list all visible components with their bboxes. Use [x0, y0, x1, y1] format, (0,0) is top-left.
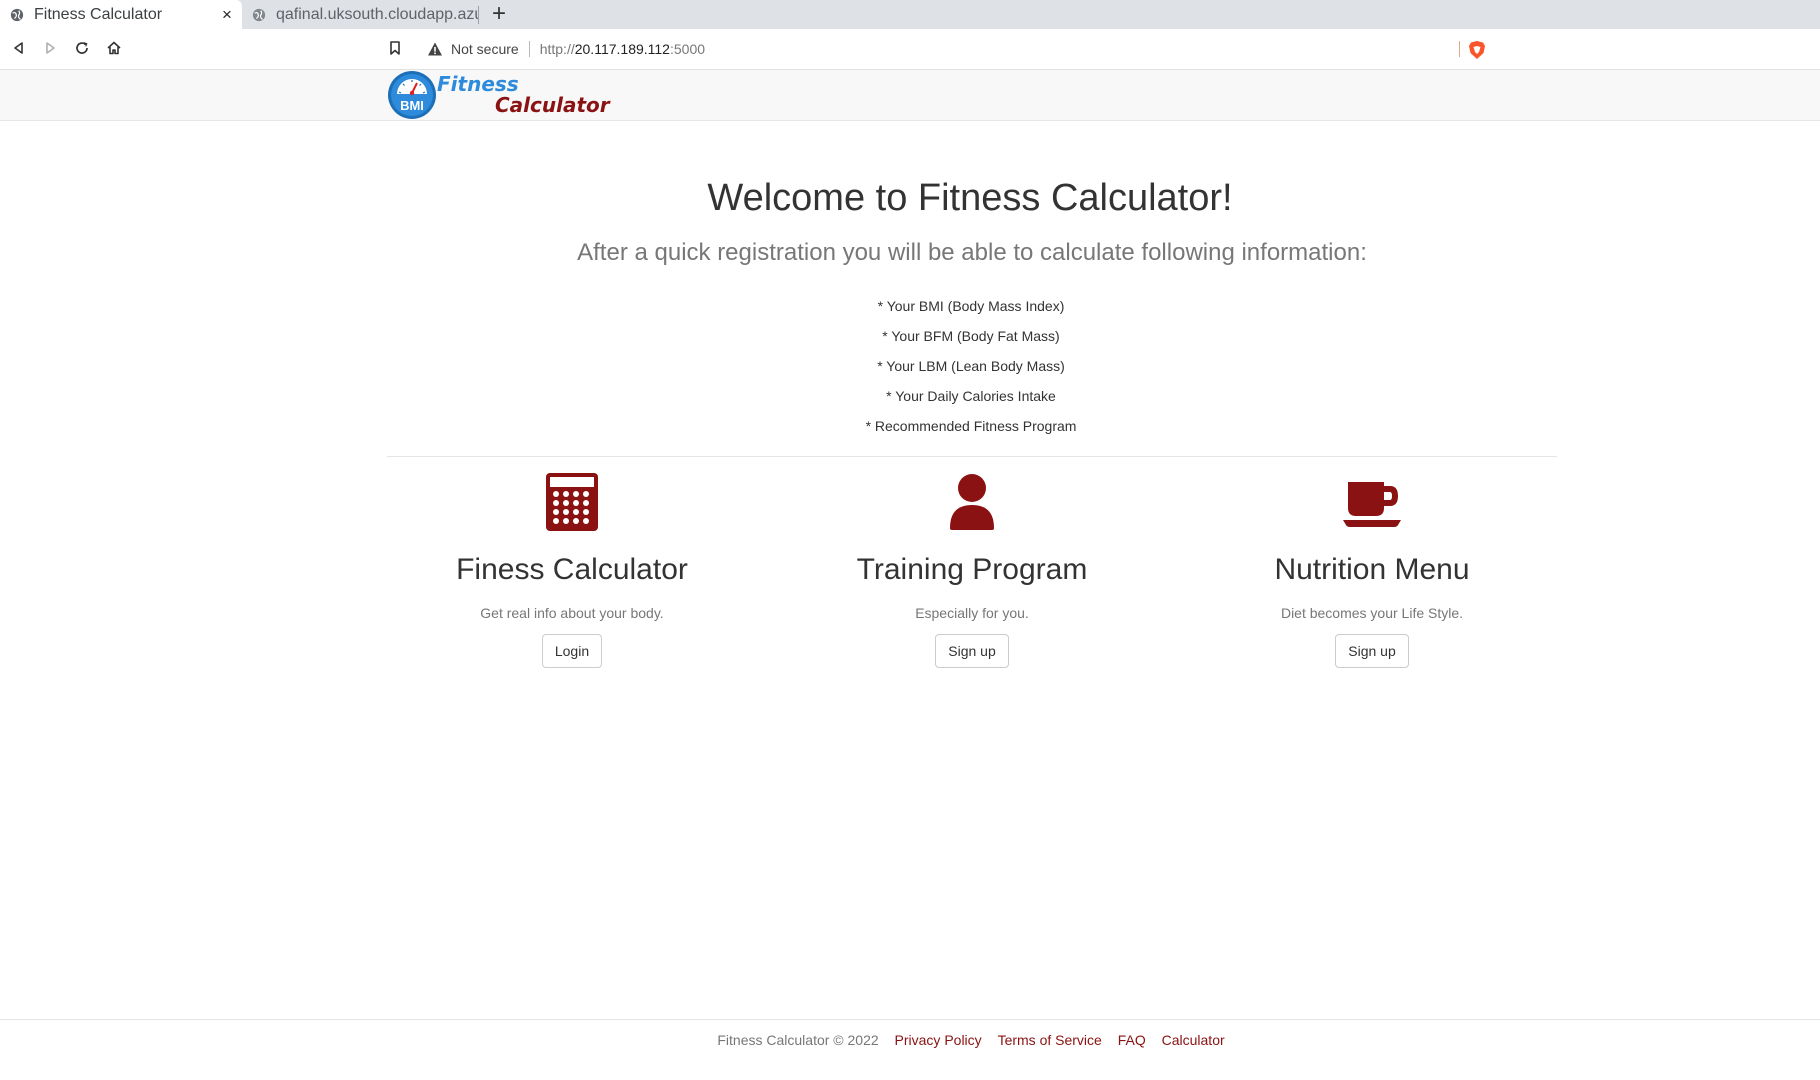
- feature-list: * Your BMI (Body Mass Index) * Your BFM …: [0, 295, 1820, 445]
- globe-icon: [252, 8, 266, 21]
- bmi-gauge-logo: BMI: [388, 71, 436, 119]
- brand-line-calculator: Calculator: [495, 93, 610, 117]
- reload-button[interactable]: [72, 38, 92, 58]
- brave-shield-icon[interactable]: [1468, 40, 1486, 60]
- home-button[interactable]: [104, 38, 124, 58]
- browser-toolbar: Not secure http:// 20.117.189.112 :5000: [0, 29, 1820, 70]
- feature-item: * Your BMI (Body Mass Index): [877, 298, 1065, 314]
- privacy-policy-link[interactable]: Privacy Policy: [895, 1032, 982, 1048]
- back-button[interactable]: [9, 38, 29, 58]
- logo-bmi-text: BMI: [400, 98, 424, 113]
- column-text: Diet becomes your Life Style.: [1280, 605, 1464, 621]
- url-protocol: http://: [539, 41, 575, 57]
- feature-item: * Your BFM (Body Fat Mass): [882, 328, 1060, 344]
- column-training-program: Training Program Especially for you. Sig…: [772, 470, 1172, 668]
- column-title: Nutrition Menu: [1274, 553, 1470, 586]
- column-text: Especially for you.: [915, 605, 1029, 621]
- globe-icon: [10, 8, 24, 21]
- login-button[interactable]: Login: [541, 634, 603, 668]
- footer: Fitness Calculator © 2022 Privacy Policy…: [0, 1019, 1820, 1080]
- back-arrow-icon: [14, 42, 23, 54]
- reload-icon: [76, 42, 88, 54]
- column-text: Get real info about your body.: [480, 605, 664, 621]
- brave-divider: [1459, 41, 1460, 57]
- tab-fitness-calculator[interactable]: Fitness Calculator ×: [0, 0, 242, 29]
- tab-separator: [478, 6, 479, 24]
- bookmark-button[interactable]: [385, 38, 405, 58]
- feature-item: * Your LBM (Lean Body Mass): [877, 358, 1065, 374]
- calculator-icon: [546, 473, 598, 531]
- coffee-cup-icon: [1343, 482, 1401, 527]
- not-secure-label: Not secure: [451, 41, 519, 57]
- home-icon: [107, 41, 121, 55]
- page-subtitle: After a quick registration you will be a…: [577, 239, 1367, 266]
- url-port: :5000: [669, 41, 706, 57]
- column-title: Finess Calculator: [456, 553, 688, 586]
- browser-tab-bar: Fitness Calculator × qafinal.uksouth.clo…: [0, 0, 1820, 29]
- warning-icon: [428, 42, 442, 56]
- footer-content: Fitness Calculator © 2022 Privacy Policy…: [0, 1032, 1820, 1048]
- page-title: Welcome to Fitness Calculator!: [707, 177, 1233, 219]
- brand-logo[interactable]: BMI Fitness Calculator: [387, 70, 627, 120]
- tab-qafinal[interactable]: qafinal.uksouth.cloudapp.azur: [242, 0, 478, 29]
- section-divider: [387, 456, 1557, 457]
- column-fitness-calculator: Finess Calculator Get real info about yo…: [372, 470, 772, 668]
- close-tab-icon[interactable]: ×: [216, 5, 238, 25]
- url-host: 20.117.189.112: [574, 41, 670, 57]
- address-bar[interactable]: Not secure http:// 20.117.189.112 :5000: [417, 33, 1496, 65]
- tab-title: qafinal.uksouth.cloudapp.azur: [276, 5, 478, 23]
- address-divider: [528, 41, 530, 57]
- feature-item: * Recommended Fitness Program: [865, 418, 1077, 434]
- terms-of-service-link[interactable]: Terms of Service: [998, 1032, 1102, 1048]
- tab-title: Fitness Calculator: [34, 5, 163, 23]
- bookmark-icon: [390, 41, 400, 55]
- user-icon: [950, 474, 994, 530]
- feature-item: * Your Daily Calories Intake: [886, 388, 1056, 404]
- site-navbar: BMI Fitness Calculator: [0, 70, 1820, 121]
- copyright-text: Fitness Calculator © 2022: [717, 1032, 879, 1048]
- forward-arrow-icon: [46, 42, 55, 54]
- faq-link[interactable]: FAQ: [1118, 1032, 1146, 1048]
- new-tab-button[interactable]: +: [492, 2, 506, 26]
- calculator-link[interactable]: Calculator: [1162, 1032, 1225, 1048]
- column-nutrition-menu: Nutrition Menu Diet becomes your Life St…: [1172, 470, 1572, 668]
- column-title: Training Program: [856, 553, 1088, 586]
- training-signup-button[interactable]: Sign up: [935, 634, 1009, 668]
- forward-button[interactable]: [40, 38, 60, 58]
- nutrition-signup-button[interactable]: Sign up: [1335, 634, 1409, 668]
